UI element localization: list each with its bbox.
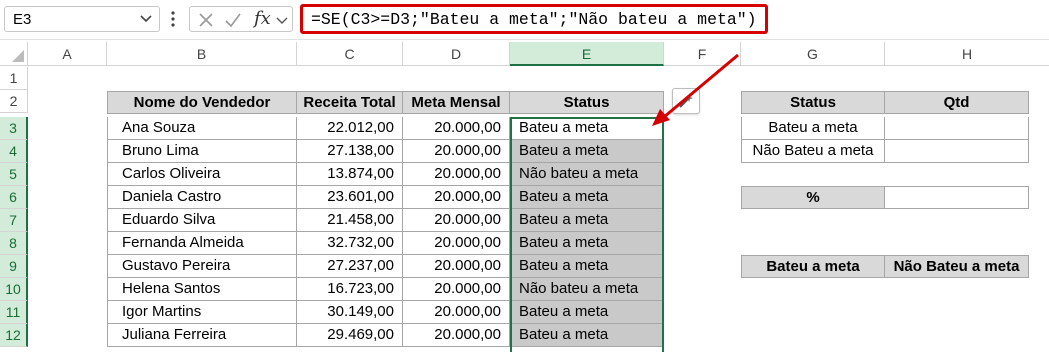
cell-receita[interactable]: 27.138,00 [297, 140, 403, 163]
chevron-down-icon[interactable] [139, 10, 153, 26]
chart-header-bateu[interactable]: Bateu a meta [741, 255, 885, 278]
cell-receita[interactable]: 30.149,00 [297, 301, 403, 324]
percent-value[interactable] [885, 186, 1029, 209]
row-header-3[interactable]: 3 [0, 117, 28, 140]
cell-status[interactable]: Bateu a meta [510, 232, 664, 255]
cell-status-active[interactable]: Bateu a meta [510, 117, 664, 140]
quick-analysis-button[interactable] [672, 88, 700, 114]
fx-icon[interactable]: fx [254, 8, 271, 29]
cell-status[interactable]: Bateu a meta [510, 186, 664, 209]
cell-receita[interactable]: 29.469,00 [297, 324, 403, 347]
column-header-a[interactable]: A [28, 42, 107, 66]
cell-status[interactable]: Não bateu a meta [510, 163, 664, 186]
table-header-status[interactable]: Status [510, 91, 664, 114]
row-header-1[interactable]: 1 [0, 67, 28, 90]
summary-value-bateu[interactable] [885, 117, 1029, 140]
cell-receita[interactable]: 27.237,00 [297, 255, 403, 278]
cell-status[interactable]: Bateu a meta [510, 324, 664, 347]
select-all-icon [12, 50, 24, 62]
cell-meta[interactable]: 20.000,00 [403, 301, 510, 324]
quick-analysis-icon [679, 94, 693, 108]
cancel-icon[interactable] [198, 12, 214, 28]
cell-nome[interactable]: Ana Souza [107, 117, 297, 140]
column-header-f[interactable]: F [664, 42, 741, 66]
row-header-5[interactable]: 5 [0, 163, 28, 186]
select-all-corner[interactable] [0, 42, 28, 66]
summary-label-bateu[interactable]: Bateu a meta [741, 117, 885, 140]
cell-receita[interactable]: 13.874,00 [297, 163, 403, 186]
row-header-10[interactable]: 10 [0, 278, 28, 301]
column-header-d[interactable]: D [403, 42, 510, 66]
cell-receita[interactable]: 16.723,00 [297, 278, 403, 301]
table-header-nome[interactable]: Nome do Vendedor [107, 91, 297, 114]
cell-nome[interactable]: Juliana Ferreira [107, 324, 297, 347]
column-header-c[interactable]: C [297, 42, 403, 66]
cell-nome[interactable]: Eduardo Silva [107, 209, 297, 232]
row-header-2[interactable]: 2 [0, 90, 28, 113]
cell-nome[interactable]: Gustavo Pereira [107, 255, 297, 278]
table-header-receita[interactable]: Receita Total [297, 91, 403, 114]
cell-receita[interactable]: 23.601,00 [297, 186, 403, 209]
column-header-h[interactable]: H [885, 42, 1049, 66]
summary-label-nao-bateu[interactable]: Não Bateu a meta [741, 140, 885, 163]
row-header-4[interactable]: 4 [0, 140, 28, 163]
formula-buttons: fx [189, 6, 293, 32]
summary-value-nao-bateu[interactable] [885, 140, 1029, 163]
formula-text: =SE(C3>=D3;"Bateu a meta";"Não bateu a m… [311, 10, 757, 29]
cell-nome[interactable]: Igor Martins [107, 301, 297, 324]
cell-status[interactable]: Não bateu a meta [510, 278, 664, 301]
column-headers: A B C D E F G H [0, 42, 1049, 66]
row-header-8[interactable]: 8 [0, 232, 28, 255]
row-header-9[interactable]: 9 [0, 255, 28, 278]
chevron-down-icon[interactable] [276, 12, 288, 28]
cell-nome[interactable]: Helena Santos [107, 278, 297, 301]
cell-meta[interactable]: 20.000,00 [403, 255, 510, 278]
cell-status[interactable]: Bateu a meta [510, 140, 664, 163]
cell-meta[interactable]: 20.000,00 [403, 117, 510, 140]
row-header-7[interactable]: 7 [0, 209, 28, 232]
cell-status[interactable]: Bateu a meta [510, 255, 664, 278]
confirm-icon[interactable] [224, 12, 242, 28]
formula-input[interactable]: =SE(C3>=D3;"Bateu a meta";"Não bateu a m… [300, 4, 768, 34]
table-header-meta[interactable]: Meta Mensal [403, 91, 510, 114]
percent-label[interactable]: % [741, 186, 885, 209]
cell-meta[interactable]: 20.000,00 [403, 278, 510, 301]
chart-header-nao-bateu[interactable]: Não Bateu a meta [885, 255, 1029, 278]
column-header-e[interactable]: E [510, 42, 664, 66]
summary-header-status[interactable]: Status [741, 91, 885, 114]
name-box[interactable]: E3 [4, 6, 160, 32]
cell-status[interactable]: Bateu a meta [510, 209, 664, 232]
cell-meta[interactable]: 20.000,00 [403, 209, 510, 232]
cell-meta[interactable]: 20.000,00 [403, 232, 510, 255]
cell-meta[interactable]: 20.000,00 [403, 186, 510, 209]
cell-meta[interactable]: 20.000,00 [403, 324, 510, 347]
cell-meta[interactable]: 20.000,00 [403, 163, 510, 186]
row-header-11[interactable]: 11 [0, 301, 28, 324]
cell-nome[interactable]: Daniela Castro [107, 186, 297, 209]
summary-header-qtd[interactable]: Qtd [885, 91, 1029, 114]
column-header-b[interactable]: B [107, 42, 297, 66]
name-box-value: E3 [13, 11, 32, 28]
cell-receita[interactable]: 22.012,00 [297, 117, 403, 140]
cell-receita[interactable]: 32.732,00 [297, 232, 403, 255]
cell-receita[interactable]: 21.458,00 [297, 209, 403, 232]
column-header-g[interactable]: G [741, 42, 885, 66]
cell-nome[interactable]: Fernanda Almeida [107, 232, 297, 255]
row-header-6[interactable]: 6 [0, 186, 28, 209]
cell-nome[interactable]: Carlos Oliveira [107, 163, 297, 186]
more-options-icon[interactable] [171, 10, 175, 28]
row-header-12[interactable]: 12 [0, 324, 28, 347]
cell-status[interactable]: Bateu a meta [510, 301, 664, 324]
cell-nome[interactable]: Bruno Lima [107, 140, 297, 163]
cell-meta[interactable]: 20.000,00 [403, 140, 510, 163]
